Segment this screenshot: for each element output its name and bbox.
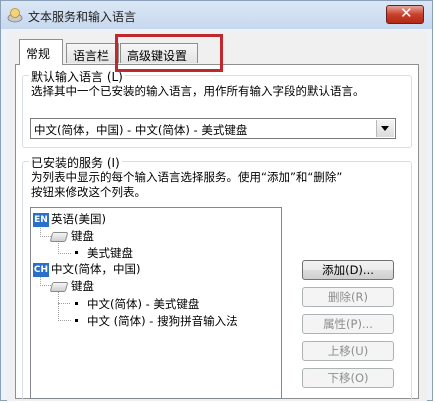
tab-page-general: 默认输入语言 (L) 选择其中一个已安装的输入语言，用作所有输入字段的默认语言。… [15, 64, 419, 401]
move-up-button[interactable]: 上移(U) [302, 341, 394, 361]
title-bar[interactable]: 文本服务和输入语言 ✕ [1, 1, 432, 29]
tree-node-english-keyboard[interactable]: 键盘 [49, 228, 94, 244]
tab-language-bar[interactable]: 语言栏 [66, 43, 119, 63]
ch-language-icon: CH [33, 262, 49, 277]
services-tree[interactable]: EN 英语(美国) 键盘 美式键盘 CH 中文(简体，中国) 键盘 中文(简体) -… [30, 207, 282, 399]
window-title: 文本服务和输入语言 [28, 10, 137, 24]
dialog-body: 常规 语言栏 高级键设置 默认输入语言 (L) 选择其中一个已安装的输入语言，用… [7, 31, 427, 401]
dialog-window: 文本服务和输入语言 ✕ 常规 语言栏 高级键设置 默认输入语言 (L) 选择其中… [0, 0, 433, 401]
tree-english-keyboard-label: 键盘 [71, 229, 94, 243]
tree-chinese-label: 中文(简体，中国) [51, 262, 141, 276]
tree-node-chinese-us-keyboard[interactable]: 中文(简体) - 美式键盘 [69, 296, 199, 312]
keyboard-icon [49, 231, 69, 242]
move-down-button[interactable]: 下移(O) [302, 368, 394, 388]
services-description-line1: 为列表中显示的每个输入语言选择服务。使用“添加”和“删除” [31, 170, 343, 184]
default-language-value: 中文(简体，中国) - 中文(简体) - 美式键盘 [34, 123, 248, 137]
default-language-label: 默认输入语言 (L) [29, 68, 125, 85]
tree-node-us-keyboard[interactable]: 美式键盘 [69, 245, 133, 261]
bullet-icon [75, 319, 78, 322]
default-language-select[interactable]: 中文(简体，中国) - 中文(简体) - 美式键盘 [30, 118, 396, 139]
add-button[interactable]: 添加(D)... [302, 260, 394, 280]
en-language-icon: EN [33, 212, 49, 227]
tree-node-chinese-keyboard[interactable]: 键盘 [49, 278, 94, 294]
remove-button[interactable]: 删除(R) [302, 287, 394, 307]
tab-general[interactable]: 常规 [19, 39, 63, 65]
tree-sogou-pinyin-label: 中文 (简体) - 搜狗拼音输入法 [87, 314, 238, 328]
chevron-down-icon[interactable] [376, 120, 394, 137]
installed-services-label: 已安装的服务 (I) [29, 154, 122, 171]
tree-node-english[interactable]: EN 英语(美国) [33, 211, 106, 227]
tree-chinese-keyboard-label: 键盘 [71, 279, 94, 293]
tree-node-sogou-pinyin[interactable]: 中文 (简体) - 搜狗拼音输入法 [69, 313, 238, 329]
tab-advanced-key-settings[interactable]: 高级键设置 [120, 43, 198, 63]
bullet-icon [75, 251, 78, 254]
properties-button[interactable]: 属性(P)... [302, 314, 394, 334]
keyboard-icon [49, 281, 69, 292]
bullet-icon [75, 302, 78, 305]
tree-node-chinese[interactable]: CH 中文(简体，中国) [33, 261, 140, 277]
tree-us-keyboard-label: 美式键盘 [87, 246, 133, 260]
services-description-line2: 按钮来修改这个列表。 [31, 185, 146, 199]
globe-keyboard-icon [7, 8, 23, 23]
tree-english-label: 英语(美国) [51, 212, 106, 226]
default-language-description: 选择其中一个已安装的输入语言，用作所有输入字段的默认语言。 [31, 84, 365, 98]
close-button[interactable]: ✕ [386, 4, 424, 24]
tree-chinese-us-keyboard-label: 中文(简体) - 美式键盘 [87, 297, 200, 311]
close-icon: ✕ [400, 4, 413, 22]
